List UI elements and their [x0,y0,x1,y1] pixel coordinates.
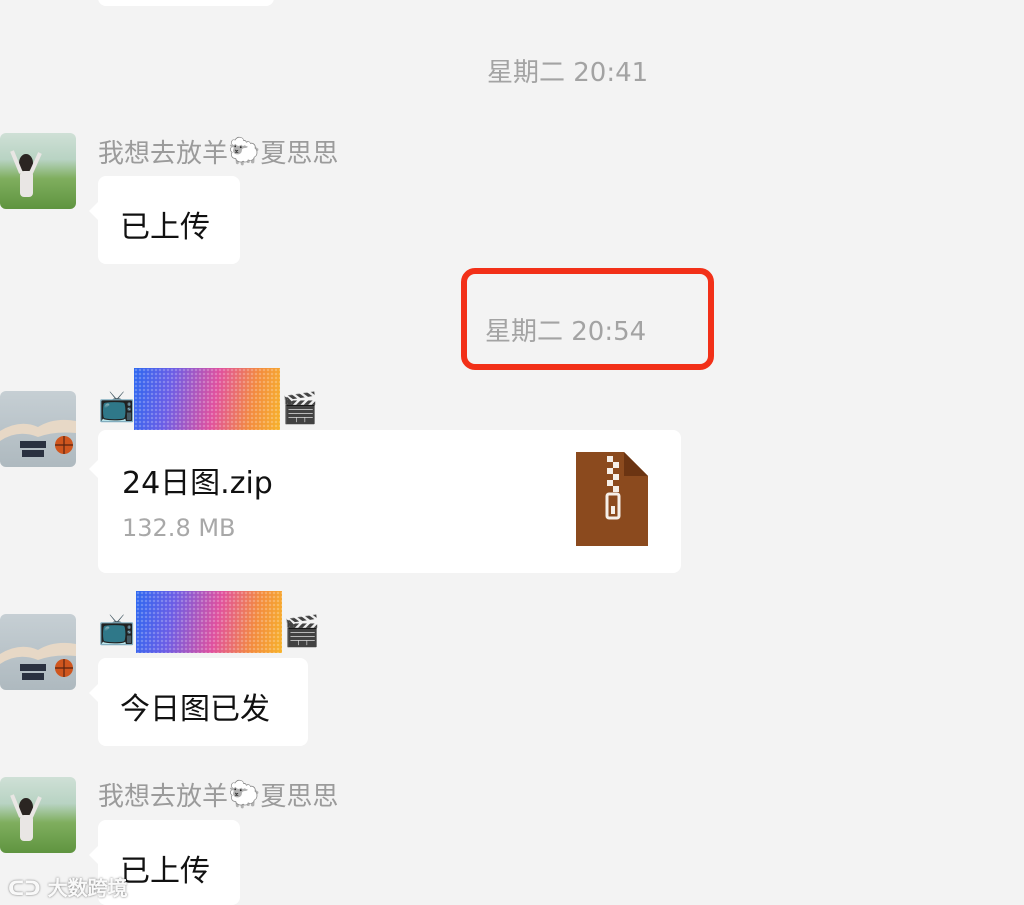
message-bubble[interactable]: 已上传 [89,176,240,264]
bubble-tail [89,202,98,220]
avatar-slamdunk-image [0,642,76,680]
sender-name-text: 我想去放羊 [98,782,229,812]
message-text: 已上传 [120,854,210,889]
message-text: 已上传 [120,210,210,245]
timestamp: 星期二 20:41 [487,58,649,88]
file-name: 24日图.zip [122,466,273,501]
avatar-photo [10,150,42,197]
sheep-icon: 🐑 [228,136,261,167]
watermark-logo-icon: ᑕᑐ [8,876,48,900]
avatar-photo [10,794,42,841]
avatar[interactable] [0,777,76,853]
sender-name: 我想去放羊 🐑 夏思思 [98,133,338,170]
avatar-slamdunk-image [0,419,76,457]
clapperboard-icon: 🎬 [281,391,319,426]
file-size: 132.8 MB [122,514,236,542]
bubble-tail [89,460,98,478]
sender-name-text: 我想去放羊 [98,139,229,169]
message-bubble[interactable]: 今日图已发 [89,658,308,746]
redacted-sender-name [136,591,282,653]
watermark: ᑕᑐ 大数跨境 [8,872,128,901]
avatar[interactable] [0,391,76,467]
message-text: 今日图已发 [120,692,270,727]
clapperboard-icon: 🎬 [283,614,321,649]
tv-icon: 📺 [98,612,136,647]
avatar[interactable] [0,614,76,690]
avatar[interactable] [0,133,76,209]
partial-message-bubble[interactable] [98,0,274,6]
sender-name-suffix: 夏思思 [260,139,339,169]
sender-name: 我想去放羊 🐑 夏思思 [98,776,338,813]
bubble-tail [89,684,98,702]
bubble-tail [89,846,98,864]
sender-name-suffix: 夏思思 [260,782,339,812]
file-message-bubble[interactable]: 24日图.zip 132.8 MB [89,430,681,573]
tv-icon: 📺 [98,389,136,424]
watermark-text: 大数跨境 [47,876,128,900]
zip-file-icon [576,452,648,546]
sheep-icon: 🐑 [228,779,261,810]
timestamp: 星期二 20:54 [485,317,647,347]
redacted-sender-name [134,368,280,430]
